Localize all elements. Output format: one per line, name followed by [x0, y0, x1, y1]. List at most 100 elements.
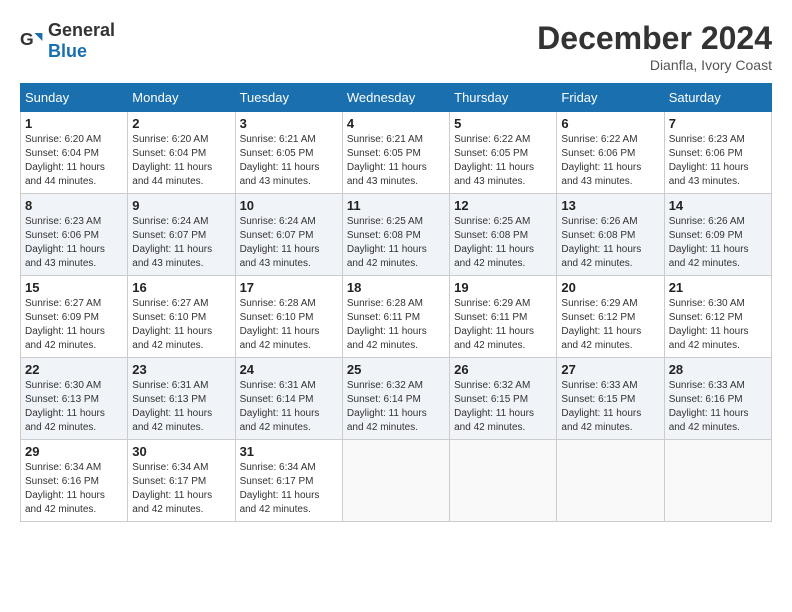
- sunrise-info: Sunrise: 6:30 AM: [25, 380, 101, 391]
- day-info: Sunrise: 6:30 AM Sunset: 6:12 PM Dayligh…: [669, 297, 767, 353]
- daylight-info: Daylight: 11 hoursand 42 minutes.: [240, 408, 320, 433]
- day-info: Sunrise: 6:28 AM Sunset: 6:10 PM Dayligh…: [240, 297, 338, 353]
- day-number: 1: [25, 116, 123, 131]
- sunset-info: Sunset: 6:09 PM: [25, 312, 99, 323]
- day-number: 20: [561, 280, 659, 295]
- day-number: 23: [132, 362, 230, 377]
- calendar-day-cell: 29 Sunrise: 6:34 AM Sunset: 6:16 PM Dayl…: [21, 440, 128, 522]
- sunset-info: Sunset: 6:15 PM: [561, 394, 635, 405]
- day-info: Sunrise: 6:21 AM Sunset: 6:05 PM Dayligh…: [347, 133, 445, 189]
- day-number: 7: [669, 116, 767, 131]
- day-info: Sunrise: 6:26 AM Sunset: 6:09 PM Dayligh…: [669, 215, 767, 271]
- sunrise-info: Sunrise: 6:31 AM: [132, 380, 208, 391]
- day-number: 8: [25, 198, 123, 213]
- day-number: 18: [347, 280, 445, 295]
- calendar-day-cell: 28 Sunrise: 6:33 AM Sunset: 6:16 PM Dayl…: [664, 358, 771, 440]
- day-info: Sunrise: 6:33 AM Sunset: 6:16 PM Dayligh…: [669, 379, 767, 435]
- calendar-day-cell: [342, 440, 449, 522]
- day-number: 15: [25, 280, 123, 295]
- calendar-day-cell: 31 Sunrise: 6:34 AM Sunset: 6:17 PM Dayl…: [235, 440, 342, 522]
- day-info: Sunrise: 6:23 AM Sunset: 6:06 PM Dayligh…: [669, 133, 767, 189]
- day-info: Sunrise: 6:30 AM Sunset: 6:13 PM Dayligh…: [25, 379, 123, 435]
- calendar-day-cell: 6 Sunrise: 6:22 AM Sunset: 6:06 PM Dayli…: [557, 112, 664, 194]
- calendar-day-cell: [557, 440, 664, 522]
- calendar-day-cell: 5 Sunrise: 6:22 AM Sunset: 6:05 PM Dayli…: [450, 112, 557, 194]
- day-number: 31: [240, 444, 338, 459]
- day-info: Sunrise: 6:23 AM Sunset: 6:06 PM Dayligh…: [25, 215, 123, 271]
- day-of-week-header: Sunday: [21, 84, 128, 112]
- sunrise-info: Sunrise: 6:33 AM: [561, 380, 637, 391]
- sunrise-info: Sunrise: 6:26 AM: [561, 216, 637, 227]
- day-number: 22: [25, 362, 123, 377]
- day-info: Sunrise: 6:27 AM Sunset: 6:09 PM Dayligh…: [25, 297, 123, 353]
- sunset-info: Sunset: 6:08 PM: [347, 230, 421, 241]
- sunrise-info: Sunrise: 6:25 AM: [347, 216, 423, 227]
- sunset-info: Sunset: 6:05 PM: [347, 148, 421, 159]
- calendar-day-cell: 24 Sunrise: 6:31 AM Sunset: 6:14 PM Dayl…: [235, 358, 342, 440]
- sunrise-info: Sunrise: 6:32 AM: [347, 380, 423, 391]
- logo-text: General Blue: [48, 20, 115, 62]
- calendar-day-cell: 14 Sunrise: 6:26 AM Sunset: 6:09 PM Dayl…: [664, 194, 771, 276]
- daylight-info: Daylight: 11 hoursand 43 minutes.: [669, 162, 749, 187]
- logo: G General Blue: [20, 20, 115, 62]
- calendar-day-cell: 12 Sunrise: 6:25 AM Sunset: 6:08 PM Dayl…: [450, 194, 557, 276]
- calendar-day-cell: 16 Sunrise: 6:27 AM Sunset: 6:10 PM Dayl…: [128, 276, 235, 358]
- calendar-day-cell: 18 Sunrise: 6:28 AM Sunset: 6:11 PM Dayl…: [342, 276, 449, 358]
- daylight-info: Daylight: 11 hoursand 42 minutes.: [132, 326, 212, 351]
- day-number: 9: [132, 198, 230, 213]
- day-info: Sunrise: 6:22 AM Sunset: 6:05 PM Dayligh…: [454, 133, 552, 189]
- calendar-week-row: 29 Sunrise: 6:34 AM Sunset: 6:16 PM Dayl…: [21, 440, 772, 522]
- daylight-info: Daylight: 11 hoursand 42 minutes.: [347, 408, 427, 433]
- sunset-info: Sunset: 6:12 PM: [561, 312, 635, 323]
- sunrise-info: Sunrise: 6:29 AM: [454, 298, 530, 309]
- calendar-table: SundayMondayTuesdayWednesdayThursdayFrid…: [20, 83, 772, 522]
- calendar-day-cell: 22 Sunrise: 6:30 AM Sunset: 6:13 PM Dayl…: [21, 358, 128, 440]
- day-number: 14: [669, 198, 767, 213]
- sunset-info: Sunset: 6:04 PM: [25, 148, 99, 159]
- calendar-day-cell: 7 Sunrise: 6:23 AM Sunset: 6:06 PM Dayli…: [664, 112, 771, 194]
- day-number: 19: [454, 280, 552, 295]
- sunrise-info: Sunrise: 6:27 AM: [25, 298, 101, 309]
- sunrise-info: Sunrise: 6:29 AM: [561, 298, 637, 309]
- day-number: 30: [132, 444, 230, 459]
- day-info: Sunrise: 6:32 AM Sunset: 6:15 PM Dayligh…: [454, 379, 552, 435]
- day-number: 2: [132, 116, 230, 131]
- day-number: 24: [240, 362, 338, 377]
- sunset-info: Sunset: 6:15 PM: [454, 394, 528, 405]
- sunset-info: Sunset: 6:06 PM: [669, 148, 743, 159]
- calendar-day-cell: [664, 440, 771, 522]
- calendar-day-cell: 2 Sunrise: 6:20 AM Sunset: 6:04 PM Dayli…: [128, 112, 235, 194]
- daylight-info: Daylight: 11 hoursand 43 minutes.: [240, 244, 320, 269]
- daylight-info: Daylight: 11 hoursand 43 minutes.: [347, 162, 427, 187]
- sunset-info: Sunset: 6:08 PM: [454, 230, 528, 241]
- sunrise-info: Sunrise: 6:30 AM: [669, 298, 745, 309]
- daylight-info: Daylight: 11 hoursand 43 minutes.: [454, 162, 534, 187]
- day-number: 13: [561, 198, 659, 213]
- sunrise-info: Sunrise: 6:23 AM: [669, 134, 745, 145]
- sunrise-info: Sunrise: 6:26 AM: [669, 216, 745, 227]
- day-number: 10: [240, 198, 338, 213]
- daylight-info: Daylight: 11 hoursand 42 minutes.: [347, 244, 427, 269]
- sunset-info: Sunset: 6:17 PM: [240, 476, 314, 487]
- daylight-info: Daylight: 11 hoursand 42 minutes.: [25, 326, 105, 351]
- calendar-day-cell: 27 Sunrise: 6:33 AM Sunset: 6:15 PM Dayl…: [557, 358, 664, 440]
- daylight-info: Daylight: 11 hoursand 42 minutes.: [347, 326, 427, 351]
- calendar-day-cell: 26 Sunrise: 6:32 AM Sunset: 6:15 PM Dayl…: [450, 358, 557, 440]
- sunrise-info: Sunrise: 6:25 AM: [454, 216, 530, 227]
- sunrise-info: Sunrise: 6:34 AM: [240, 462, 316, 473]
- daylight-info: Daylight: 11 hoursand 42 minutes.: [132, 408, 212, 433]
- day-info: Sunrise: 6:34 AM Sunset: 6:17 PM Dayligh…: [240, 461, 338, 517]
- daylight-info: Daylight: 11 hoursand 42 minutes.: [454, 408, 534, 433]
- day-number: 27: [561, 362, 659, 377]
- day-number: 4: [347, 116, 445, 131]
- day-info: Sunrise: 6:25 AM Sunset: 6:08 PM Dayligh…: [454, 215, 552, 271]
- sunset-info: Sunset: 6:09 PM: [669, 230, 743, 241]
- calendar-day-cell: 30 Sunrise: 6:34 AM Sunset: 6:17 PM Dayl…: [128, 440, 235, 522]
- day-info: Sunrise: 6:28 AM Sunset: 6:11 PM Dayligh…: [347, 297, 445, 353]
- day-info: Sunrise: 6:24 AM Sunset: 6:07 PM Dayligh…: [240, 215, 338, 271]
- day-info: Sunrise: 6:22 AM Sunset: 6:06 PM Dayligh…: [561, 133, 659, 189]
- daylight-info: Daylight: 11 hoursand 42 minutes.: [561, 326, 641, 351]
- daylight-info: Daylight: 11 hoursand 43 minutes.: [25, 244, 105, 269]
- day-of-week-header: Saturday: [664, 84, 771, 112]
- day-number: 5: [454, 116, 552, 131]
